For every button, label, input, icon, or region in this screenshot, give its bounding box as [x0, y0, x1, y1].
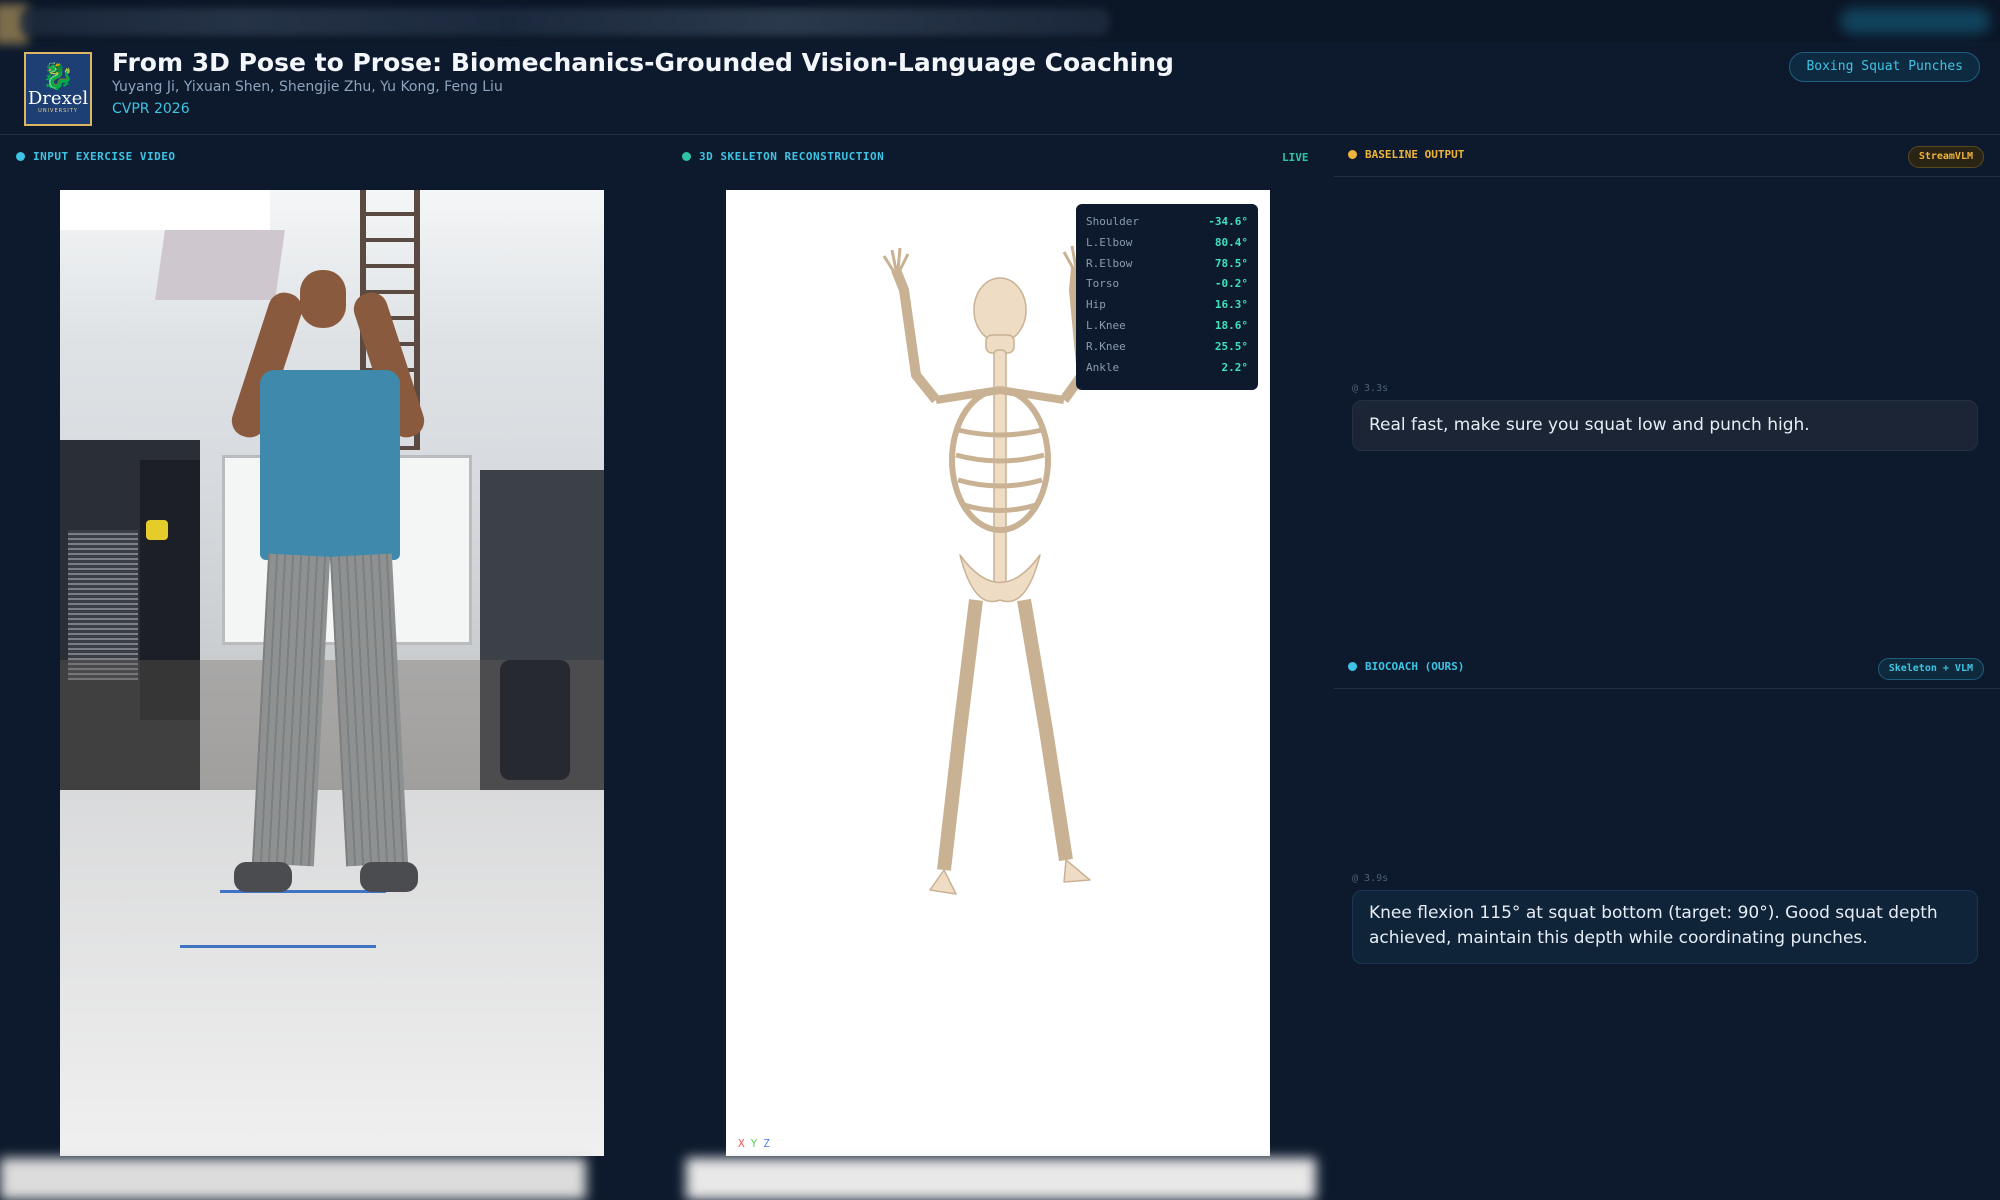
angle-row: L.Elbow 80.4°: [1086, 233, 1248, 254]
angle-value: 18.6°: [1214, 318, 1248, 332]
angle-name: L.Knee: [1086, 318, 1126, 332]
angle-name: Torso: [1086, 277, 1120, 291]
angle-row: L.Knee 18.6°: [1086, 316, 1248, 337]
logo-sub: UNIVERSITY: [38, 108, 78, 114]
angle-row: Hip 16.3°: [1086, 295, 1248, 316]
exercise-pill[interactable]: Boxing Squat Punches: [1789, 52, 1980, 82]
coaching-output-column: BASELINE OUTPUT StreamVLM @ 3.3s Real fa…: [1334, 135, 2000, 1200]
joint-angle-readout: Shoulder -34.6° L.Elbow 80.4° R.Elbow 78.5°…: [1076, 204, 1258, 390]
header: 🐉 Drexel UNIVERSITY From 3D Pose to Pros…: [0, 42, 2000, 135]
baseline-header: BASELINE OUTPUT StreamVLM: [1334, 135, 2000, 177]
angle-value: -0.2°: [1214, 277, 1248, 291]
venue: CVPR 2026: [112, 101, 190, 117]
skeleton-view[interactable]: Shoulder -34.6° L.Elbow 80.4° R.Elbow 78.5°…: [726, 190, 1270, 1156]
page-title: From 3D Pose to Prose: Biomechanics-Grou…: [112, 48, 1174, 77]
angle-name: L.Elbow: [1086, 235, 1133, 249]
angle-value: -34.6°: [1208, 215, 1248, 228]
angle-value: 16.3°: [1214, 298, 1248, 312]
angle-value: 78.5°: [1214, 256, 1248, 270]
angle-row: R.Elbow 78.5°: [1086, 254, 1248, 275]
live-indicator: LIVE: [1282, 151, 1309, 164]
university-logo: 🐉 Drexel UNIVERSITY: [24, 52, 92, 126]
status-dot-icon: [1348, 662, 1357, 671]
video-label-text: INPUT EXERCISE VIDEO: [33, 150, 176, 163]
authors: Yuyang Ji, Yixuan Shen, Shengjie Zhu, Yu…: [112, 79, 503, 95]
logo-name: Drexel: [27, 88, 89, 109]
angle-row: R.Knee 25.5°: [1086, 337, 1248, 358]
angle-name: Shoulder: [1086, 215, 1139, 228]
status-dot-icon: [682, 152, 691, 161]
y-axis-label: Y: [750, 1137, 758, 1150]
biocoach-title-text: BIOCOACH (OURS): [1365, 660, 1465, 673]
angle-row: Ankle 2.2°: [1086, 358, 1248, 379]
input-video[interactable]: [60, 190, 604, 1156]
angle-name: R.Knee: [1086, 339, 1126, 353]
z-axis-label: Z: [763, 1137, 770, 1150]
skeleton-label-text: 3D SKELETON RECONSTRUCTION: [699, 150, 885, 163]
biocoach-title: BIOCOACH (OURS): [1348, 660, 1464, 673]
angle-name: Hip: [1086, 298, 1106, 312]
angle-row: Shoulder -34.6°: [1086, 212, 1248, 233]
blurred-top-strip: [0, 0, 2000, 44]
biocoach-model-tag: Skeleton + VLM: [1877, 658, 1984, 680]
status-dot-icon: [1348, 150, 1357, 159]
baseline-timestamp: @ 3.3s: [1352, 383, 1389, 394]
angle-name: R.Elbow: [1086, 256, 1133, 270]
angle-value: 25.5°: [1214, 339, 1248, 353]
biocoach-message: Knee flexion 115° at squat bottom (targe…: [1352, 890, 1978, 964]
dragon-icon: 🐉: [41, 62, 75, 92]
angle-row: Torso -0.2°: [1086, 274, 1248, 295]
biocoach-header: BIOCOACH (OURS) Skeleton + VLM: [1334, 647, 2000, 689]
video-panel-label: INPUT EXERCISE VIDEO: [16, 150, 175, 163]
baseline-title-text: BASELINE OUTPUT: [1365, 148, 1465, 161]
baseline-message: Real fast, make sure you squat low and p…: [1352, 400, 1978, 451]
x-axis-label: X: [738, 1137, 745, 1150]
skeleton-panel-label: 3D SKELETON RECONSTRUCTION: [682, 150, 884, 163]
angle-value: 2.2°: [1221, 360, 1249, 374]
baseline-title: BASELINE OUTPUT: [1348, 148, 1464, 161]
baseline-model-tag: StreamVLM: [1907, 146, 1984, 168]
status-dot-icon: [16, 152, 25, 161]
angle-value: 80.4°: [1214, 235, 1248, 249]
axis-indicator: XYZ: [738, 1137, 770, 1150]
biocoach-timestamp: @ 3.9s: [1352, 873, 1389, 884]
angle-name: Ankle: [1086, 360, 1120, 374]
